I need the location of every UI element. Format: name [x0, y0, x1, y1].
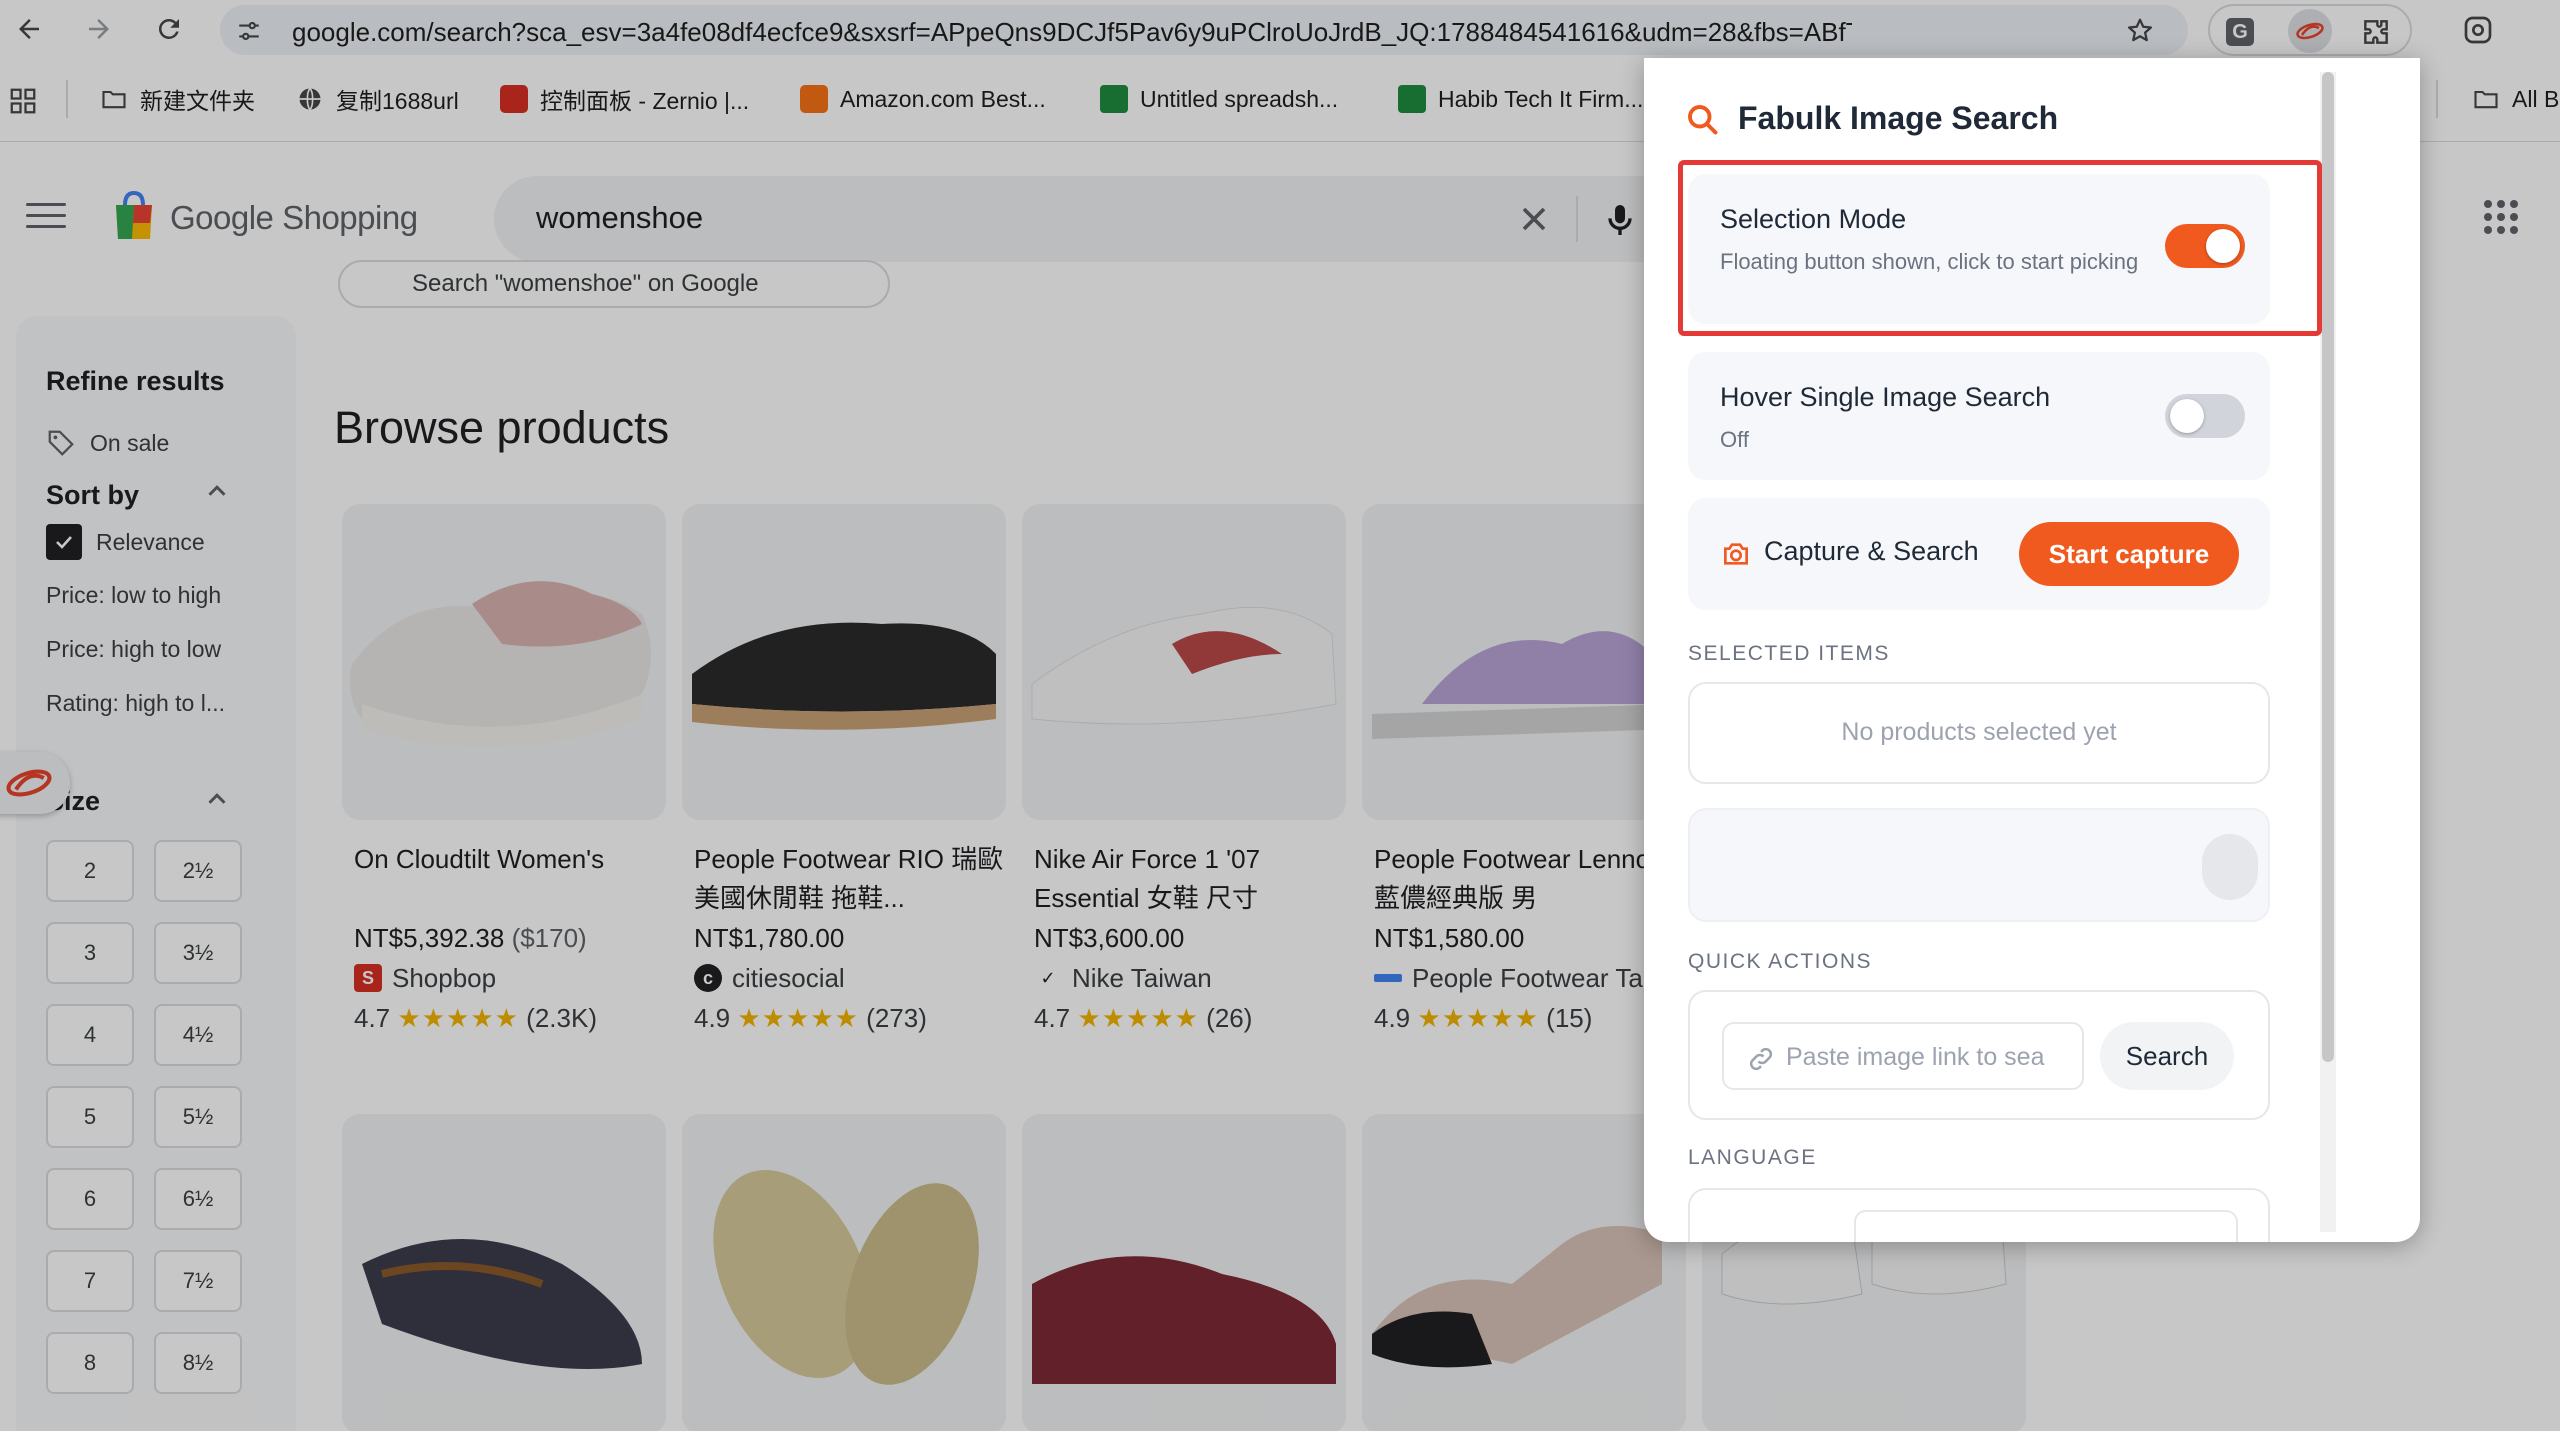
hover-search-card: Hover Single Image Search Off	[1688, 352, 2270, 480]
popup-scrollbar-thumb[interactable]	[2322, 72, 2334, 1062]
selected-items-box: No products selected yet	[1688, 682, 2270, 784]
hover-search-title: Hover Single Image Search	[1720, 382, 2051, 412]
camera-icon	[1724, 543, 1748, 565]
quick-actions-box: Search	[1688, 990, 2270, 1120]
link-search-button[interactable]: Search	[2100, 1022, 2234, 1090]
popup-title: Fabulk Image Search	[1738, 100, 2059, 136]
search-icon	[1688, 104, 1718, 134]
selected-items-label: SELECTED ITEMS	[1688, 642, 1890, 665]
hover-search-toggle[interactable]	[2165, 394, 2245, 438]
disabled-action-pill[interactable]	[2202, 834, 2258, 900]
fabulk-popup: Fabulk Image Search Selection Mode Float…	[1644, 58, 2420, 1242]
link-icon	[1749, 1047, 1773, 1071]
start-capture-button[interactable]: Start capture	[2019, 522, 2239, 586]
quick-actions-label: QUICK ACTIONS	[1688, 950, 1873, 973]
capture-search-title: Capture & Search	[1764, 536, 1979, 566]
no-products-message: No products selected yet	[1841, 718, 2117, 746]
image-link-input[interactable]	[1786, 1038, 2074, 1076]
selected-actions-box	[1688, 808, 2270, 922]
hover-search-subtitle: Off	[1720, 427, 1749, 452]
popup-header: Fabulk Image Search	[1684, 100, 2058, 137]
capture-search-card: Capture & Search Start capture	[1688, 498, 2270, 610]
image-link-field[interactable]	[1722, 1022, 2084, 1090]
selection-highlight-box	[1678, 160, 2322, 336]
language-select[interactable]	[1854, 1210, 2238, 1242]
language-box	[1688, 1188, 2270, 1242]
toggle-knob	[2170, 399, 2204, 433]
language-label: LANGUAGE	[1688, 1146, 1817, 1169]
